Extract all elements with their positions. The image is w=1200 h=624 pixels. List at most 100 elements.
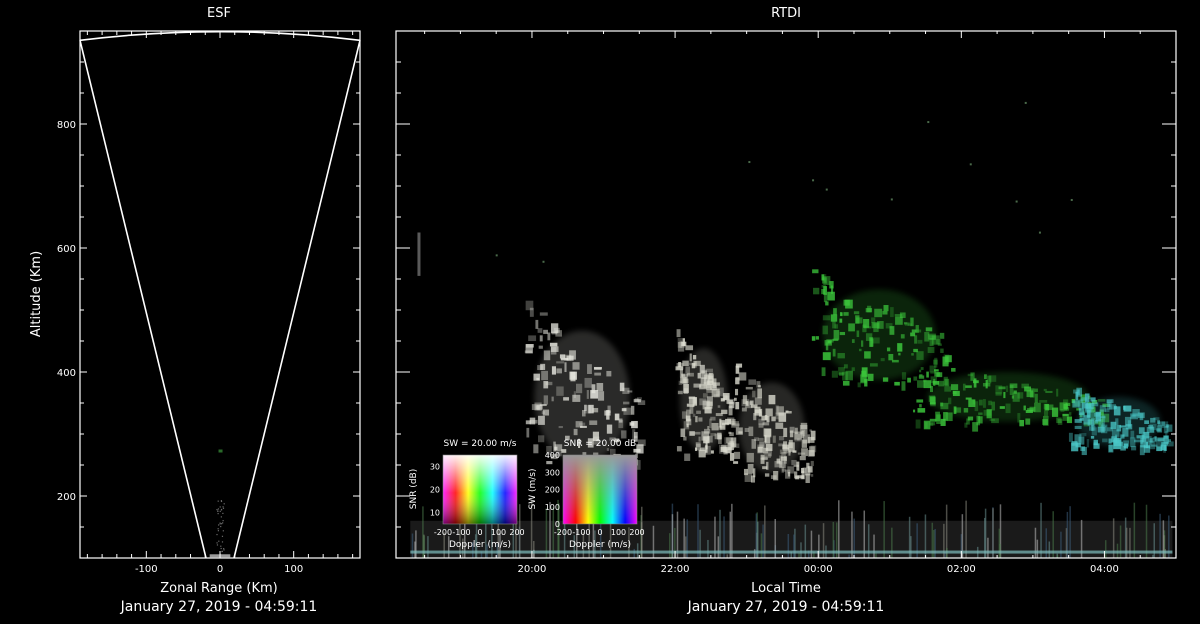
esf-x-tick-label: -100: [135, 564, 158, 575]
colorbar-1-title: SW = 20.00 m/s: [444, 439, 517, 449]
rtdi-echo-mark: [809, 429, 811, 431]
rtdi-echo-mark: [526, 344, 533, 353]
rtdi-echo-mark: [678, 362, 681, 367]
rtdi-echo-mark: [917, 380, 924, 388]
esf-echo-dot: [223, 520, 224, 521]
colorbar-1-ylabel: SNR (dB): [409, 469, 419, 509]
esf-echo-dot: [218, 524, 219, 525]
rtdi-echo-mark: [1069, 433, 1073, 442]
rtdi-echo-mark: [796, 462, 799, 471]
rtdi-echo-mark: [731, 421, 739, 428]
rtdi-echo-mark: [630, 422, 635, 425]
esf-echo-dot: [218, 513, 219, 514]
rtdi-echo-mark: [1072, 400, 1079, 407]
rtdi-noise-dot: [927, 121, 929, 123]
rtdi-clutter-stripe: [798, 553, 800, 558]
rtdi-noise-dot: [496, 254, 498, 256]
rtdi-echo-mark: [916, 420, 921, 429]
rtdi-echo-glow: [822, 289, 935, 380]
rtdi-echo-mark: [808, 450, 814, 457]
rtdi-echo-mark: [684, 454, 690, 461]
rtdi-echo-mark: [540, 312, 548, 315]
rtdi-echo-mark: [1085, 393, 1090, 402]
esf-echo-dot: [220, 523, 221, 524]
colorbar-1-x-tick-label: -200: [434, 528, 452, 537]
rtdi-title: RTDI: [771, 6, 801, 21]
rtdi-echo-mark: [934, 372, 940, 376]
rtdi-echo-mark: [842, 372, 848, 381]
rtdi-echo-mark: [926, 372, 929, 378]
rtdi-echo-mark: [972, 422, 978, 432]
rtdi-clutter-stripe: [1037, 540, 1039, 558]
rtdi-echo-mark: [734, 398, 737, 401]
rtdi-echo-layer: [410, 102, 1173, 558]
rtdi-echo-mark: [940, 333, 944, 339]
rtdi-echo-mark: [919, 370, 921, 373]
esf-ylabel: Altitude (Km): [29, 251, 44, 337]
rtdi-echo-mark: [685, 345, 693, 350]
rtdi-noise-dot: [1025, 102, 1027, 104]
rtdi-echo-mark: [538, 328, 543, 333]
rtdi-echo-mark: [913, 410, 915, 413]
rtdi-echo-mark: [736, 366, 740, 374]
colorbar-1-y-tick-label: 10: [430, 509, 440, 518]
esf-beam-left-edge: [80, 40, 206, 558]
rtdi-echo-mark: [843, 381, 850, 386]
esf-y-tick-label: 400: [57, 368, 76, 379]
rtdi-echo-mark: [1073, 389, 1079, 393]
rtdi-echo-mark: [719, 445, 726, 454]
esf-echo-dot: [218, 541, 219, 542]
rtdi-echo-mark: [917, 408, 925, 413]
colorbar-1-x-ticks: -200 -100 0 100 200: [434, 528, 525, 537]
rtdi-x-tick-label: 02:00: [947, 564, 976, 575]
rtdi-echo-mark: [940, 349, 943, 353]
rtdi-echo-mark: [935, 412, 940, 422]
rtdi-echo-mark: [711, 450, 714, 453]
rtdi-clutter-stripe: [992, 508, 994, 558]
rtdi-echo-mark: [907, 378, 911, 383]
rtdi-echo-mark: [858, 382, 861, 387]
rtdi-noise-dot: [1071, 199, 1073, 201]
rtdi-echo-mark: [1164, 426, 1169, 433]
colorbar-2-y-tick-label: 200: [545, 486, 560, 495]
esf-echo-dot: [222, 513, 223, 514]
rtdi-clutter-stripe: [811, 531, 813, 558]
rtdi-clutter-stripe: [788, 534, 790, 558]
rtdi-noise-streak: [417, 233, 420, 276]
esf-echo-dot: [222, 541, 223, 542]
rtdi-clutter-stripe: [1049, 542, 1051, 558]
esf-echo-dot-high: [219, 450, 223, 453]
colorbar-2-y-tick-label: 400: [545, 451, 560, 460]
esf-x-tick-label: 100: [284, 564, 303, 575]
esf-echo-dot: [216, 509, 217, 510]
rtdi-echo-mark: [1157, 437, 1164, 441]
rtdi-echo-mark: [832, 371, 838, 378]
rtdi-x-tick-label: 22:00: [661, 564, 690, 575]
rtdi-echo-mark: [683, 437, 686, 441]
rtdi-clutter-stripe: [1069, 506, 1071, 558]
rtdi-echo-mark: [535, 320, 538, 329]
esf-echo-dot: [221, 523, 222, 524]
rtdi-clutter-stripe: [1040, 503, 1042, 558]
esf-echo-dot: [220, 506, 221, 507]
rtdi-noise-dot: [542, 261, 544, 263]
colorbar-2-x-ticks: -200 -100 0 100 200: [554, 528, 645, 537]
rtdi-clutter-stripe: [873, 535, 875, 558]
colorbar-1-y-tick-label: 30: [430, 463, 440, 472]
rtdi-clutter-stripe: [427, 536, 429, 558]
colorbar-1-x-tick-label: 200: [509, 528, 524, 537]
colorbar-1-x-tick-label: -100: [452, 528, 470, 537]
colorbar-2-x-tick-label: -100: [572, 528, 590, 537]
rtdi-echo-mark: [538, 435, 544, 442]
colorbar-1-y-ticks: 102030: [430, 463, 440, 518]
rtdi-echo-mark: [801, 448, 808, 456]
colorbar-2-ylabel: SW (m/s): [528, 469, 538, 510]
rtdi-echo-mark: [1082, 447, 1087, 455]
rtdi-clutter-stripe: [933, 530, 935, 558]
rtdi-echo-mark: [1090, 397, 1095, 401]
rtdi-x-tick-label: 00:00: [804, 564, 833, 575]
rtdi-echo-mark: [539, 346, 543, 349]
rtdi-echo-mark: [930, 366, 936, 373]
rtdi-echo-mark: [827, 292, 835, 301]
rtdi-echo-mark: [734, 443, 739, 448]
